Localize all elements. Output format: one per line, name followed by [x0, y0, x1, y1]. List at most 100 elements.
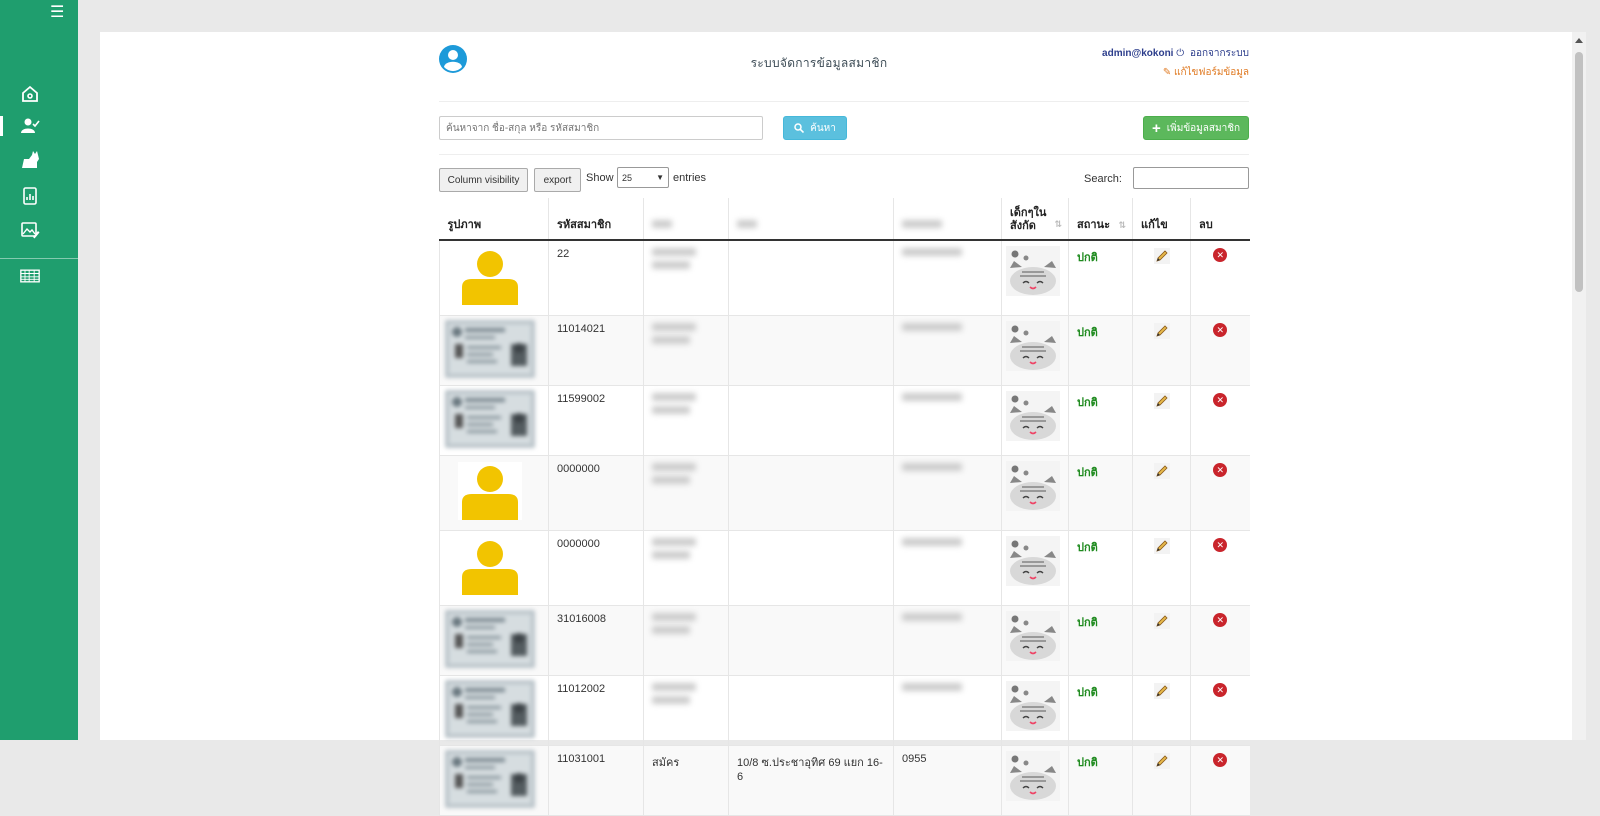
cell-edit[interactable]: [1132, 240, 1191, 316]
add-member-button[interactable]: + เพิ่มข้อมูลสมาชิก: [1143, 116, 1249, 140]
col-header-edit: แก้ไข: [1132, 198, 1191, 241]
delete-icon[interactable]: ✕: [1213, 463, 1228, 477]
cell-edit[interactable]: [1132, 455, 1191, 531]
cell-edit[interactable]: [1132, 605, 1191, 676]
plus-icon: +: [1151, 119, 1161, 137]
pencil-edit-icon[interactable]: [1153, 613, 1170, 629]
col-header-member-id[interactable]: รหัสสมาชิก: [548, 198, 644, 241]
pencil-edit-icon[interactable]: [1153, 753, 1170, 769]
delete-icon[interactable]: ✕: [1213, 613, 1228, 627]
pencil-edit-icon[interactable]: [1153, 248, 1170, 264]
cell-kids[interactable]: [1001, 240, 1069, 316]
delete-icon[interactable]: ✕: [1213, 753, 1228, 767]
cell-kids[interactable]: [1001, 385, 1069, 456]
cell-delete[interactable]: ✕: [1190, 385, 1250, 456]
cell-delete[interactable]: ✕: [1190, 455, 1250, 531]
cell-kids[interactable]: [1001, 605, 1069, 676]
cell-delete[interactable]: ✕: [1190, 530, 1250, 606]
pencil-edit-icon[interactable]: [1153, 393, 1170, 409]
col-header-status[interactable]: สถานะ ⇅: [1068, 198, 1133, 241]
cell-edit[interactable]: [1132, 530, 1191, 606]
pencil-edit-icon[interactable]: [1153, 323, 1170, 339]
table-row: 11599002 ปกติ ✕: [439, 385, 1250, 456]
cell-address-wrap: [728, 675, 894, 746]
cell-delete[interactable]: ✕: [1190, 240, 1250, 316]
delete-icon[interactable]: ✕: [1213, 393, 1228, 407]
sidebar-item-members[interactable]: [0, 112, 78, 140]
entries-select[interactable]: 25 ▼: [617, 167, 669, 188]
delete-icon[interactable]: ✕: [1213, 538, 1228, 552]
col-header-address[interactable]: [728, 198, 894, 241]
member-id-text: 11031001: [557, 753, 606, 765]
member-id-text: 31016008: [557, 613, 606, 625]
logout-link[interactable]: ออกจากระบบ: [1190, 48, 1249, 59]
cell-photo: [439, 315, 549, 386]
cell-status: ปกติ: [1068, 455, 1133, 531]
col-header-kids[interactable]: เด็กๆใน สังกัด ⇅: [1001, 198, 1069, 241]
member-id-text: 0000000: [557, 463, 600, 475]
status-badge: ปกติ: [1077, 617, 1098, 629]
cat-icon: [22, 151, 39, 168]
cell-edit[interactable]: [1132, 675, 1191, 746]
table-search-input[interactable]: [1133, 167, 1249, 189]
pencil-edit-icon[interactable]: [1153, 683, 1170, 699]
cell-kids[interactable]: [1001, 455, 1069, 531]
edit-form-link[interactable]: ✎ แก้ไขฟอร์มข้อมูล: [1163, 65, 1249, 80]
cell-phone-wrap: [893, 455, 1002, 531]
scrollbar[interactable]: [1572, 32, 1586, 740]
page-title: ระบบจัดการข้อมูลสมาชิก: [750, 56, 888, 70]
cell-edit[interactable]: [1132, 745, 1191, 816]
sidebar-divider: [0, 258, 78, 259]
delete-icon[interactable]: ✕: [1213, 248, 1228, 262]
delete-icon[interactable]: ✕: [1213, 323, 1228, 337]
cell-name-wrap: [643, 385, 729, 456]
col-header-name[interactable]: [643, 198, 729, 241]
col-header-status-label: สถานะ: [1077, 219, 1110, 231]
sidebar-item-gallery[interactable]: [0, 216, 78, 244]
sidebar-item-table[interactable]: [0, 262, 78, 290]
member-id-text: 11014021: [557, 323, 606, 335]
cell-member-id: 11599002: [548, 385, 644, 456]
column-visibility-button[interactable]: Column visibility: [439, 168, 528, 192]
member-search-input[interactable]: [439, 116, 763, 140]
cell-status: ปกติ: [1068, 605, 1133, 676]
scroll-up-arrow-icon[interactable]: [1575, 38, 1583, 43]
status-badge: ปกติ: [1077, 757, 1098, 769]
table-row: 0000000 ปกติ ✕: [439, 530, 1250, 606]
cell-delete[interactable]: ✕: [1190, 675, 1250, 746]
sidebar-item-home[interactable]: [0, 80, 78, 108]
member-id-text: 11599002: [557, 393, 606, 405]
cell-kids[interactable]: [1001, 675, 1069, 746]
cell-kids[interactable]: [1001, 315, 1069, 386]
cell-member-id: 31016008: [548, 605, 644, 676]
cell-delete[interactable]: ✕: [1190, 315, 1250, 386]
table-row: 0000000 ปกติ ✕: [439, 455, 1250, 531]
cell-delete[interactable]: ✕: [1190, 745, 1250, 816]
add-member-label: เพิ่มข้อมูลสมาชิก: [1166, 122, 1241, 134]
person-placeholder-icon: [458, 537, 522, 595]
pencil-edit-icon[interactable]: [1153, 463, 1170, 479]
table-header-row: รูปภาพ รหัสสมาชิก เด็กๆใน สังกัด ⇅ สถานะ ⇅…: [439, 198, 1250, 241]
pencil-edit-icon[interactable]: [1153, 538, 1170, 554]
sidebar-item-report[interactable]: [0, 182, 78, 210]
cell-kids[interactable]: [1001, 530, 1069, 606]
cell-phone-wrap: [893, 385, 1002, 456]
cell-kids[interactable]: [1001, 745, 1069, 816]
table-search-label: Search:: [1084, 173, 1122, 185]
menu-toggle-icon[interactable]: ☰: [50, 4, 64, 22]
cell-delete[interactable]: ✕: [1190, 605, 1250, 676]
table-row: 11031001 สมัคร 10/8 ซ.ประชาอุทิศ 69 แยก …: [439, 745, 1250, 816]
cat-avatar-icon: [1006, 321, 1060, 371]
export-button[interactable]: export: [534, 168, 581, 192]
cell-edit[interactable]: [1132, 315, 1191, 386]
cell-photo: [439, 605, 549, 676]
scroll-thumb[interactable]: [1575, 52, 1583, 292]
col-header-phone[interactable]: [893, 198, 1002, 241]
delete-icon[interactable]: ✕: [1213, 683, 1228, 697]
sidebar-item-cats[interactable]: [0, 146, 78, 174]
search-button[interactable]: ค้นหา: [783, 116, 847, 140]
cell-status: ปกติ: [1068, 530, 1133, 606]
table-row: 22 ปกติ ✕: [439, 240, 1250, 316]
home-icon: [22, 85, 38, 102]
cell-edit[interactable]: [1132, 385, 1191, 456]
